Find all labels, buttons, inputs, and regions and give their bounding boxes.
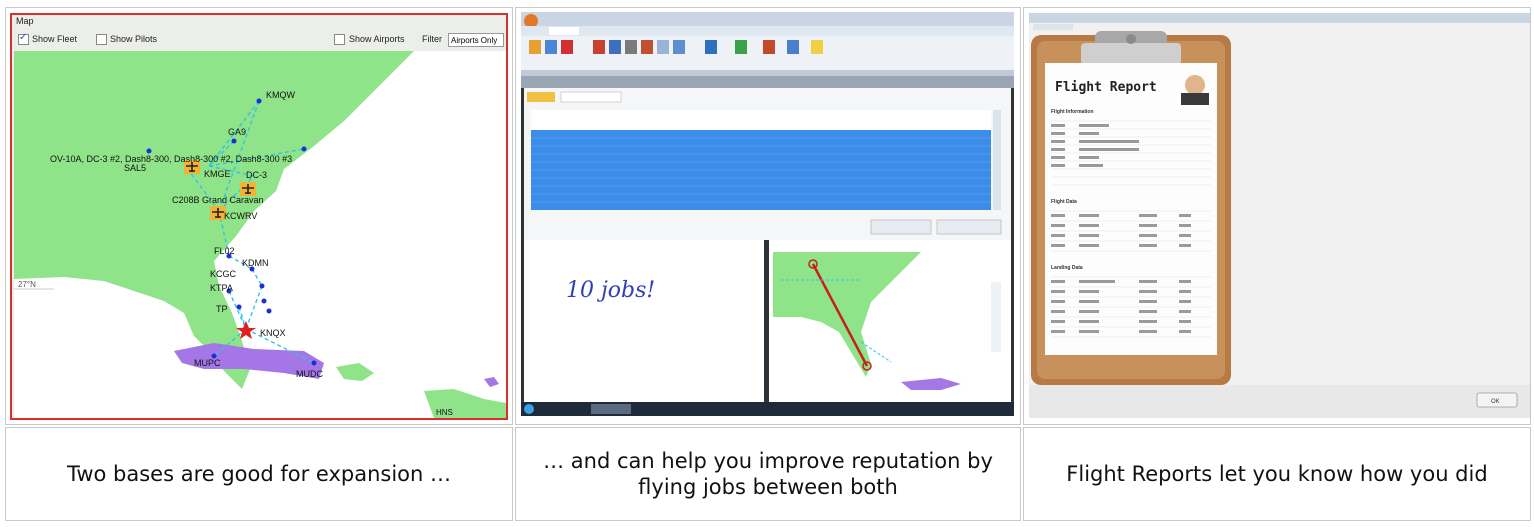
gallery-image-cell-3: Flight Report Flight Information Flight … [1023, 7, 1531, 425]
aircraft-label-c208b: C208B Grand Caravan [172, 195, 264, 205]
show-airports-checkbox[interactable] [334, 34, 345, 45]
airport-label-mudc: MUDC [296, 369, 323, 379]
show-fleet-label: Show Fleet [32, 34, 78, 44]
show-pilots-label: Show Pilots [110, 34, 158, 44]
aircraft-icon[interactable] [240, 182, 256, 196]
screenshot-gallery: Map Show Fleet Show Pilots Show Airports… [0, 0, 1534, 527]
caption-2: … and can help you improve reputation by… [515, 427, 1021, 521]
ok-button[interactable]: OK [1476, 392, 1518, 408]
airport-label-sal5: SAL5 [124, 163, 146, 173]
flight-report-title: Flight Report [1055, 80, 1157, 95]
airport-label-kcwrv: KCWRV [224, 211, 257, 221]
show-airports-label: Show Airports [349, 34, 405, 44]
app-screenshot: 10 jobs! [521, 12, 1014, 416]
airport-label-tp: TP [216, 304, 228, 314]
airport-label-fl02: FL02 [214, 246, 235, 256]
filter-select[interactable]: Airports Only [448, 33, 504, 47]
section-landing-data: Landing Data [1051, 265, 1083, 271]
flight-report-screenshot: Flight Report Flight Information Flight … [1029, 13, 1530, 418]
airport-label-ktpa: KTPA [210, 283, 233, 293]
airport-label-mupc: MUPC [194, 358, 221, 368]
aircraft-label-dc3: DC-3 [246, 170, 267, 180]
section-flight-information: Flight Information [1051, 109, 1094, 115]
caption-3: Flight Reports let you know how you did [1023, 427, 1531, 521]
section-flight-data: Flight Data [1051, 199, 1077, 205]
airport-label-kdmn: KDMN [242, 258, 269, 268]
latitude-label: 27°N [18, 280, 36, 289]
filter-label: Filter [422, 34, 442, 44]
gallery-image-cell-2: 10 jobs! [515, 7, 1021, 425]
show-fleet-checkbox[interactable] [18, 32, 29, 45]
airport-label-hns: HNS [436, 408, 453, 417]
caption-1: Two bases are good for expansion … [5, 427, 513, 521]
airport-label-kmge: KMGE [204, 169, 231, 179]
airport-label-ga9: GA9 [228, 127, 246, 137]
fleet-label: OV-10A, DC-3 #2, Dash8-300, Dash8-300 #2… [50, 154, 292, 164]
airport-label-kmqw: KMQW [266, 90, 296, 100]
map-window-title: Map [16, 16, 34, 26]
show-pilots-checkbox[interactable] [96, 34, 107, 45]
map-canvas[interactable]: KMQW GA9 OV-10A, DC-3 #2, Dash8-300, Das… [14, 51, 506, 418]
map-window: Map Show Fleet Show Pilots Show Airports… [10, 13, 508, 420]
airport-label-knqx: KNQX [260, 328, 286, 338]
flight-report-image: Flight Report Flight Information Flight … [1029, 13, 1530, 418]
handwritten-note: 10 jobs! [566, 278, 655, 303]
app-screenshot-image: 10 jobs! [521, 12, 1014, 416]
ok-button-label: OK [1491, 399, 1500, 405]
airport-label-kcgc: KCGC [210, 269, 237, 279]
gallery-image-cell-1: Map Show Fleet Show Pilots Show Airports… [5, 7, 513, 425]
